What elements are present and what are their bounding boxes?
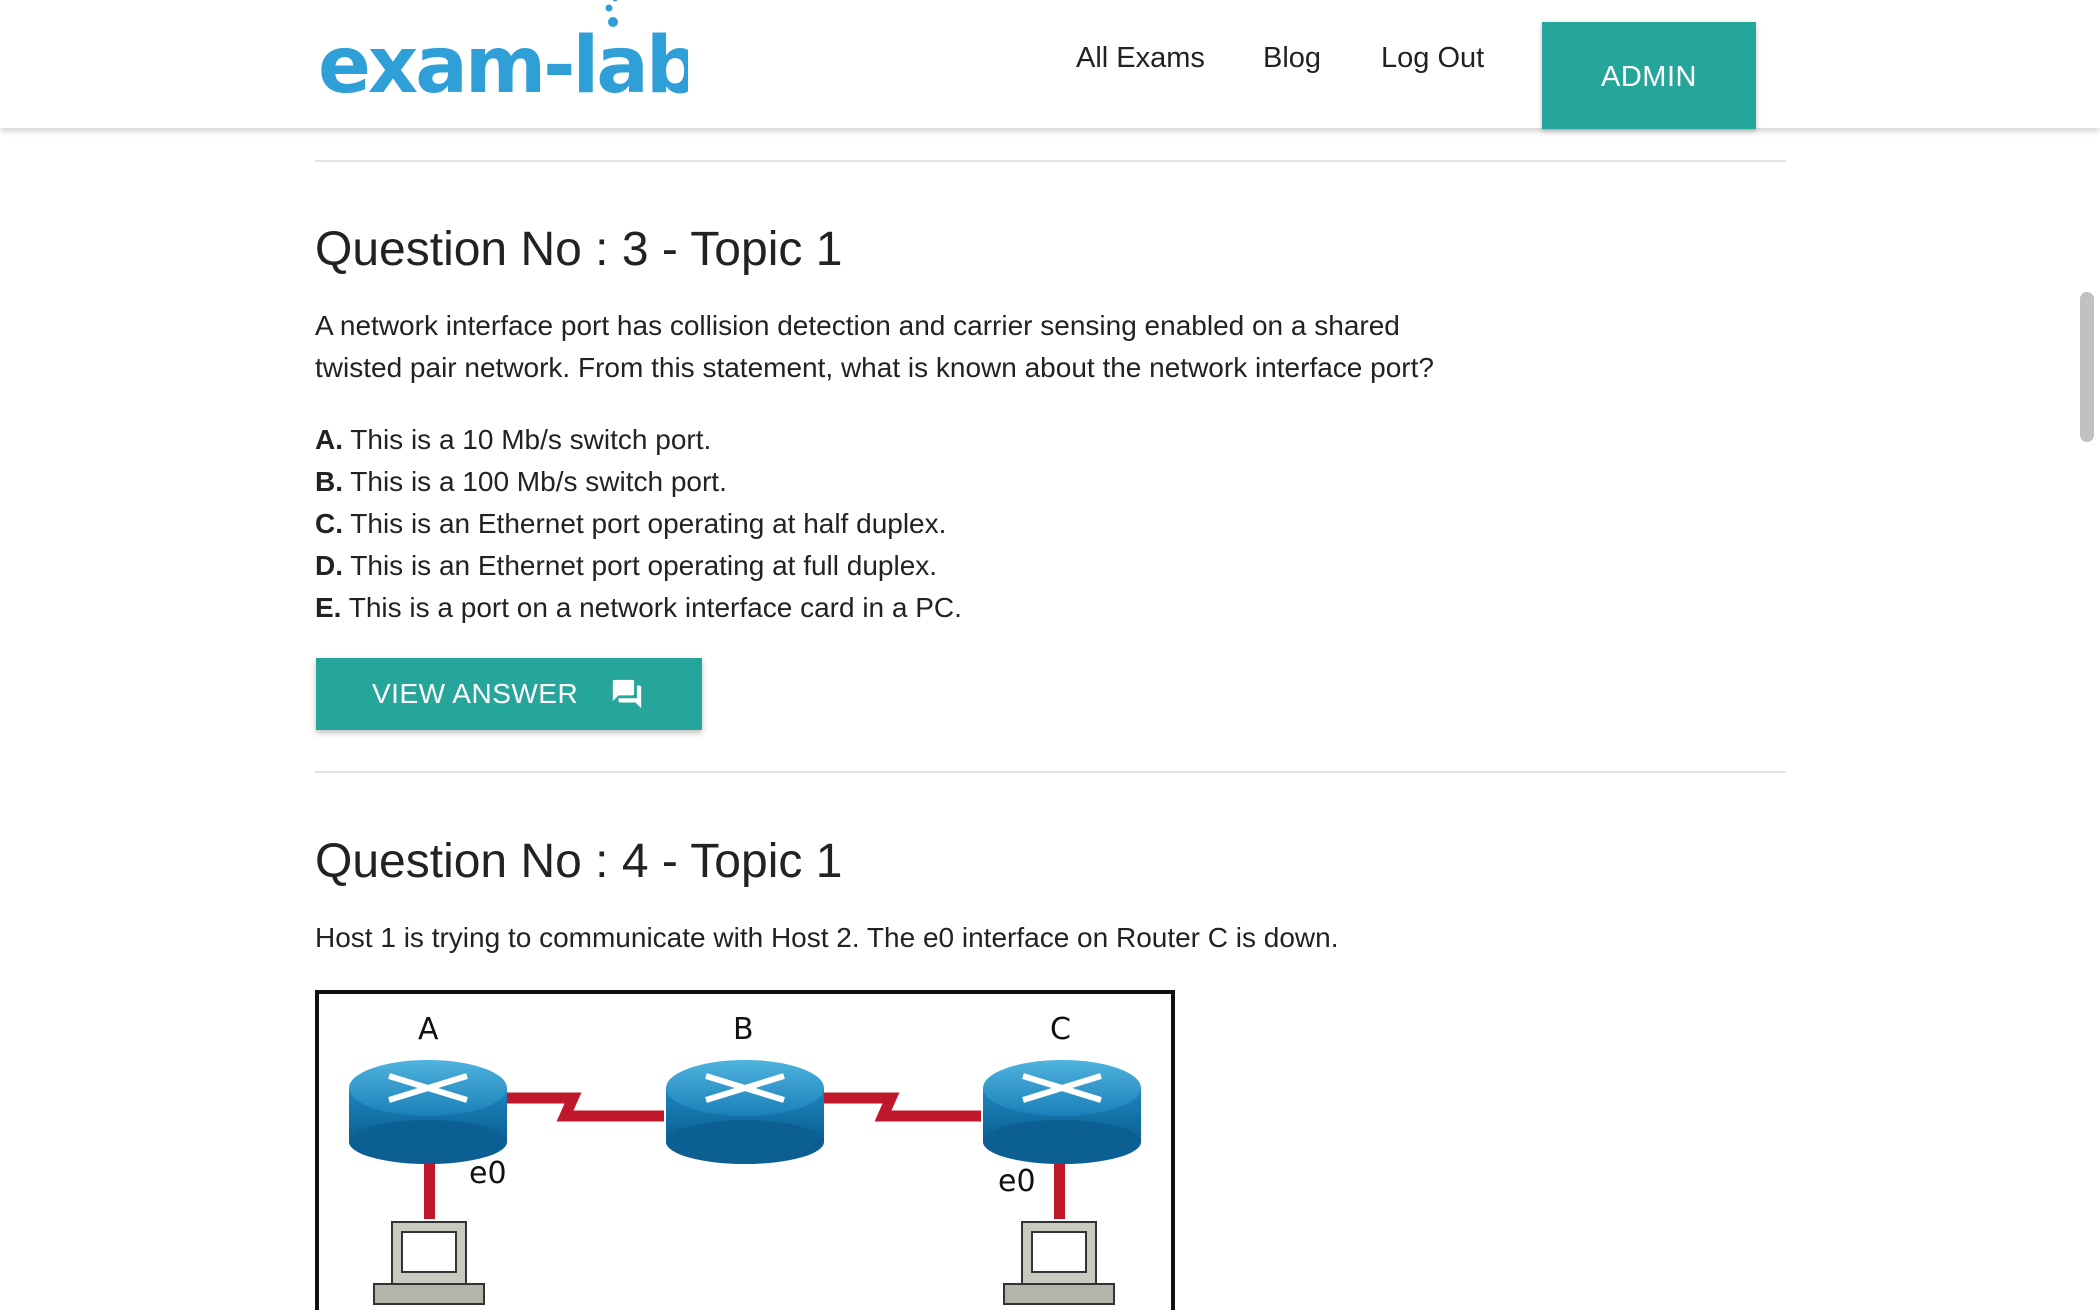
option-b: B. This is a 100 Mb/s switch port. <box>315 461 962 503</box>
divider <box>315 160 1786 162</box>
admin-button[interactable]: ADMIN <box>1542 22 1756 129</box>
page-scrollbar-thumb[interactable] <box>2080 292 2094 442</box>
option-letter: E. <box>315 592 342 623</box>
question-3-text-line-2: twisted pair network. From this statemen… <box>315 352 1434 383</box>
nav-log-out[interactable]: Log Out <box>1381 42 1484 75</box>
question-4-text: Host 1 is trying to communicate with Hos… <box>315 922 1339 953</box>
router-a-label: A <box>418 1012 439 1047</box>
question-4-title: Question No : 4 - Topic 1 <box>315 835 843 888</box>
option-a: A. This is a 10 Mb/s switch port. <box>315 419 962 461</box>
nav-all-exams[interactable]: All Exams <box>1076 42 1205 75</box>
router-c-icon <box>983 1060 1141 1164</box>
option-letter: B. <box>315 466 343 497</box>
router-b-label: B <box>733 1012 754 1047</box>
router-b-icon <box>666 1060 824 1164</box>
forum-icon <box>613 679 642 709</box>
view-answer-button[interactable]: VIEW ANSWER <box>316 658 702 730</box>
logo-text: exam-labs <box>318 21 688 110</box>
divider <box>315 771 1786 773</box>
question-3-title: Question No : 3 - Topic 1 <box>315 223 843 276</box>
router-c-label: C <box>1050 1012 1071 1047</box>
option-letter: D. <box>315 550 343 581</box>
question-3-text-line-1: A network interface port has collision d… <box>315 310 1400 341</box>
option-text: This is a 10 Mb/s switch port. <box>343 424 712 455</box>
option-letter: C. <box>315 508 343 539</box>
option-e: E. This is a port on a network interface… <box>315 587 962 629</box>
option-d: D. This is an Ethernet port operating at… <box>315 545 962 587</box>
nav-blog[interactable]: Blog <box>1263 42 1321 75</box>
option-text: This is an Ethernet port operating at fu… <box>343 550 938 581</box>
option-letter: A. <box>315 424 343 455</box>
option-text: This is a port on a network interface ca… <box>341 592 962 623</box>
router-a-interface-label: e0 <box>469 1156 507 1191</box>
exam-labs-logo[interactable]: exam-labs <box>318 0 688 110</box>
host-2-computer-icon <box>1003 1221 1115 1305</box>
option-c: C. This is an Ethernet port operating at… <box>315 503 962 545</box>
router-a-icon <box>349 1060 507 1164</box>
question-3-text: A network interface port has collision d… <box>315 305 1515 389</box>
option-text: This is a 100 Mb/s switch port. <box>343 466 727 497</box>
router-c-interface-label: e0 <box>998 1164 1036 1199</box>
option-text: This is an Ethernet port operating at ha… <box>343 508 947 539</box>
site-header: exam-labs All Exams Blog Log Out ADMIN <box>0 0 2100 129</box>
answer-options: A. This is a 10 Mb/s switch port. B. Thi… <box>315 419 962 629</box>
view-answer-label: VIEW ANSWER <box>372 678 579 709</box>
host-1-computer-icon <box>373 1221 485 1305</box>
network-diagram: A B C e0 e0 <box>315 990 1175 1310</box>
